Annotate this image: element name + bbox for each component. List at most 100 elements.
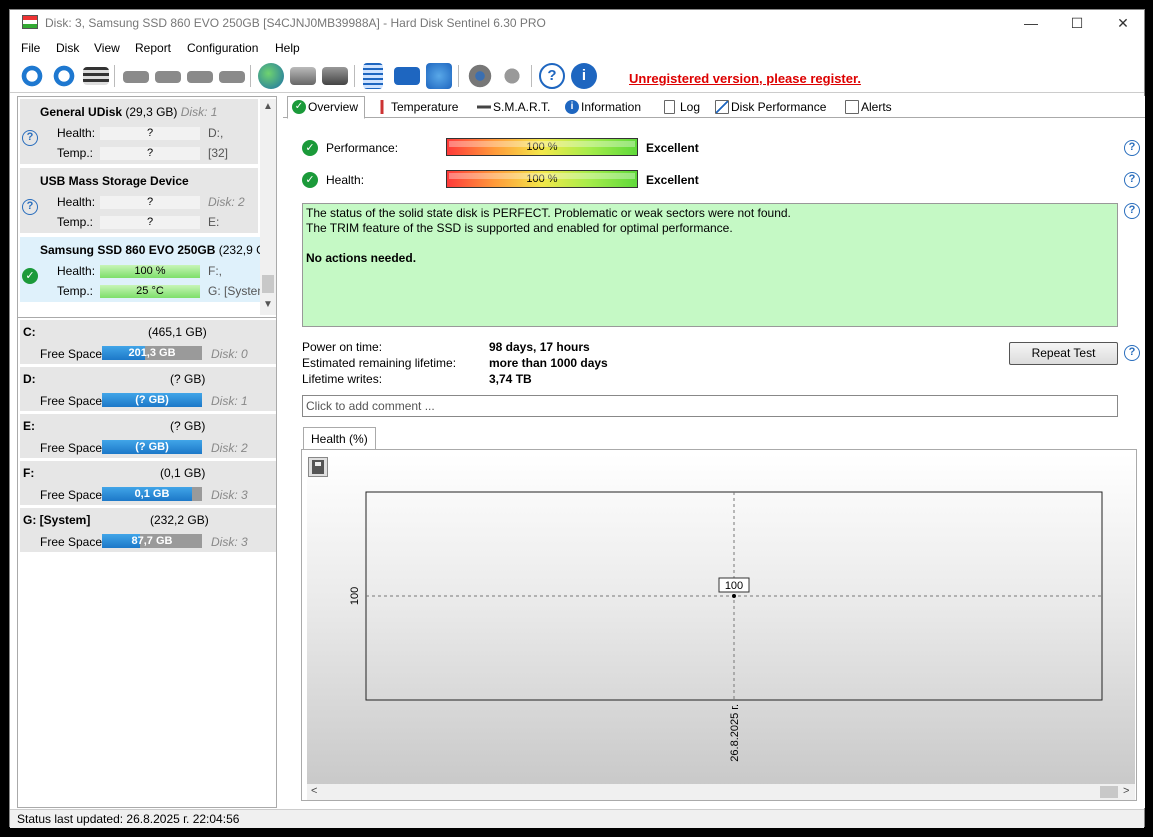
window-title: Disk: 3, Samsung SSD 860 EVO 250GB [S4CJ…: [45, 16, 546, 30]
globe-icon[interactable]: [258, 63, 284, 89]
volume-size: (465,1 GB): [148, 325, 207, 339]
volume-disk: Disk: 0: [211, 347, 248, 361]
scroll-down-icon[interactable]: ▼: [260, 299, 276, 310]
volume-card-e[interactable]: E: (? GB) Free Space (? GB) Disk: 2: [20, 414, 276, 458]
maximize-button[interactable]: ☐: [1054, 10, 1100, 36]
register-link[interactable]: Unregistered version, please register.: [629, 71, 861, 86]
scroll-left-icon[interactable]: <: [311, 785, 317, 797]
network-icon[interactable]: [426, 63, 452, 89]
info-icon[interactable]: i: [571, 63, 597, 89]
disk-card-usb-mass-storage[interactable]: USB Mass Storage Device ? Health: ? Disk…: [20, 168, 258, 234]
comment-input[interactable]: Click to add comment ...: [302, 395, 1118, 417]
disk-list-scrollbar[interactable]: ▲ ▼: [260, 99, 276, 315]
performance-gauge: 100 %: [446, 138, 638, 156]
tab-log[interactable]: Log: [660, 97, 700, 119]
free-space-value: 0,1 GB: [134, 488, 170, 500]
disk-check-icon[interactable]: [187, 71, 213, 83]
tab-disk-performance[interactable]: Disk Performance: [711, 97, 826, 119]
volume-card-c[interactable]: C: (465,1 GB) Free Space 201,3 GB Disk: …: [20, 320, 276, 364]
disk-name: USB Mass Storage Device: [40, 174, 189, 188]
chart-container: 100 100 26.8.2025 г. < >: [301, 449, 1137, 801]
disk-gray-icon[interactable]: [123, 71, 149, 83]
menu-file[interactable]: File: [21, 41, 40, 55]
health-help-icon[interactable]: ?: [1124, 172, 1140, 188]
performance-help-icon[interactable]: ?: [1124, 140, 1140, 156]
disk-card-samsung-ssd[interactable]: Samsung SSD 860 EVO 250GB (232,9 GB ✓ He…: [20, 237, 260, 303]
alerts-icon: [845, 100, 859, 114]
tab-temperature[interactable]: Temperature: [371, 97, 458, 119]
question-icon: ?: [22, 199, 38, 215]
refresh-icon[interactable]: [19, 63, 45, 89]
y-tick-label: 100: [349, 587, 361, 605]
repeat-test-help-icon[interactable]: ?: [1124, 345, 1140, 361]
free-space-bar: 201,3 GB: [102, 346, 202, 360]
scroll-thumb[interactable]: [1100, 786, 1118, 798]
disk-search-icon[interactable]: [219, 71, 245, 83]
health-rating: Excellent: [646, 173, 699, 187]
health-chart: 100 100 26.8.2025 г.: [349, 491, 1103, 762]
menu-help[interactable]: Help: [275, 41, 300, 55]
tab-smart[interactable]: S.M.A.R.T.: [473, 97, 550, 119]
help-icon[interactable]: ?: [539, 63, 565, 89]
volume-disk: Disk: 2: [211, 441, 248, 455]
refresh-all-icon[interactable]: [51, 63, 77, 89]
volume-size: (232,2 GB): [150, 513, 209, 527]
tab-overview[interactable]: ✓ Overview: [287, 96, 365, 119]
report-icon[interactable]: [363, 63, 383, 89]
menu-report[interactable]: Report: [135, 41, 171, 55]
menu-disk[interactable]: Disk: [56, 41, 79, 55]
disk-name: General UDisk: [40, 105, 123, 119]
chart-scrollbar[interactable]: < >: [307, 784, 1135, 800]
app-window: Disk: 3, Samsung SSD 860 EVO 250GB [S4CJ…: [9, 9, 1146, 828]
settings-icon[interactable]: [467, 63, 493, 89]
scroll-up-icon[interactable]: ▲: [260, 101, 276, 112]
volume-name: G: [System]: [23, 513, 91, 527]
volume-card-f[interactable]: F: (0,1 GB) Free Space 0,1 GB Disk: 3: [20, 461, 276, 505]
health-bar: ?: [100, 127, 200, 140]
volume-card-d[interactable]: D: (? GB) Free Space (? GB) Disk: 1: [20, 367, 276, 411]
temp-bar: ?: [100, 216, 200, 229]
disk-size: (232,9 GB: [218, 243, 260, 257]
minimize-button[interactable]: —: [1008, 10, 1054, 36]
close-button[interactable]: ✕: [1100, 10, 1146, 36]
disk-number: Disk: 1: [180, 105, 218, 119]
free-space-label: Free Space: [40, 347, 103, 361]
menu-view[interactable]: View: [94, 41, 120, 55]
mail-icon[interactable]: [394, 67, 420, 85]
info-icon: i: [565, 100, 579, 114]
repeat-test-button[interactable]: Repeat Test: [1009, 342, 1118, 365]
power-on-label: Power on time:: [302, 340, 383, 354]
sound-icon[interactable]: [499, 63, 525, 89]
free-space-bar: (? GB): [102, 393, 202, 407]
scroll-right-icon[interactable]: >: [1123, 785, 1129, 797]
volume-name: F:: [23, 466, 35, 480]
writes-value: 3,74 TB: [489, 372, 532, 386]
volume-name: D:: [23, 372, 36, 386]
disk-extra: [32]: [208, 146, 229, 160]
chart-background: 100 100 26.8.2025 г.: [307, 454, 1135, 786]
scroll-thumb[interactable]: [262, 275, 274, 293]
check-icon: ✓: [292, 100, 306, 114]
status-help-icon[interactable]: ?: [1124, 203, 1140, 219]
volume-name: E:: [23, 419, 35, 433]
temp-label: Temp.:: [57, 215, 94, 229]
performance-rating: Excellent: [646, 141, 699, 155]
disk-info-icon[interactable]: [83, 67, 109, 85]
tab-alerts[interactable]: Alerts: [841, 97, 892, 119]
menu-configuration[interactable]: Configuration: [187, 41, 258, 55]
free-space-bar: (? GB): [102, 440, 202, 454]
health-label: Health:: [57, 264, 96, 278]
disk-export-icon[interactable]: [322, 67, 348, 85]
drive-letters-2: G: [Systen: [208, 284, 260, 298]
chart-icon: [715, 100, 729, 114]
tab-information[interactable]: i Information: [561, 97, 641, 119]
disk-card-general-udisk[interactable]: General UDisk (29,3 GB) Disk: 1 ? Health…: [20, 99, 258, 165]
thermometer-icon: [375, 100, 389, 114]
health-gauge: 100 %: [446, 170, 638, 188]
disk-clock-icon[interactable]: [155, 71, 181, 83]
volume-card-g[interactable]: G: [System] (232,2 GB) Free Space 87,7 G…: [20, 508, 276, 552]
performance-label: Performance:: [326, 141, 399, 155]
toolbar: ? i Unregistered version, please registe…: [10, 59, 1144, 93]
chart-tab-health[interactable]: Health (%): [303, 427, 376, 450]
disks-icon[interactable]: [290, 67, 316, 85]
